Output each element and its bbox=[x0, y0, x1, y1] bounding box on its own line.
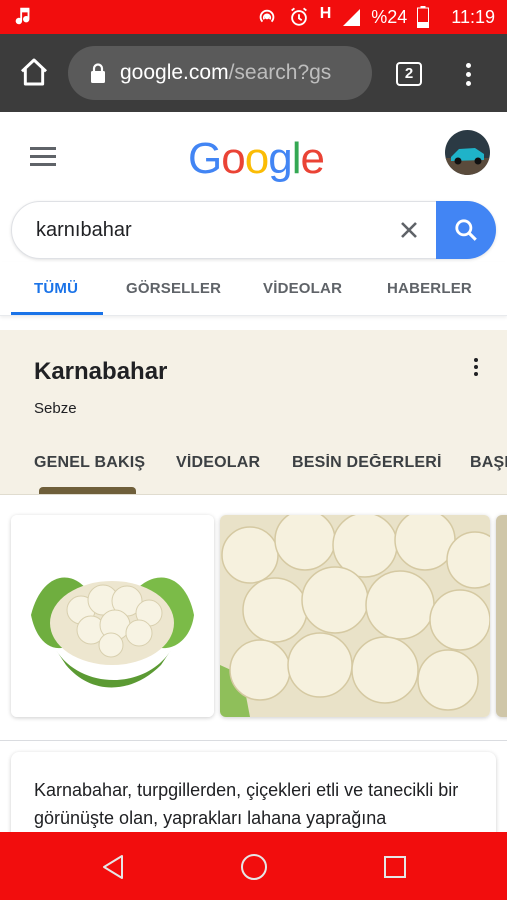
image-carousel bbox=[0, 495, 507, 725]
tab-switcher-button[interactable]: 2 bbox=[396, 62, 422, 86]
kp-tab-videos[interactable]: VİDEOLAR bbox=[176, 454, 260, 472]
music-note-icon bbox=[15, 7, 30, 25]
status-bar: H %24 11:19 bbox=[0, 0, 507, 34]
tab-news[interactable]: HABERLER bbox=[387, 280, 472, 297]
address-bar[interactable]: google.com/search?gs bbox=[68, 46, 372, 100]
active-tab-indicator bbox=[11, 312, 103, 315]
tab-videos[interactable]: VİDEOLAR bbox=[263, 280, 342, 297]
search-bar: karnıbahar bbox=[11, 201, 496, 259]
kp-tab-nutrition[interactable]: BESİN DEĞERLERİ bbox=[292, 454, 442, 472]
recents-icon[interactable] bbox=[383, 855, 407, 879]
google-logo[interactable]: Google bbox=[188, 134, 325, 184]
kp-active-tab-indicator bbox=[39, 487, 136, 494]
search-input[interactable]: karnıbahar bbox=[36, 219, 132, 242]
alarm-icon bbox=[290, 7, 307, 26]
description-text: Karnabahar, turpgillerden, çiçekleri etl… bbox=[34, 780, 459, 828]
tab-images[interactable]: GÖRSELLER bbox=[126, 280, 221, 297]
description-card: Karnabahar, turpgillerden, çiçekleri etl… bbox=[11, 752, 496, 842]
divider bbox=[0, 740, 507, 741]
avatar[interactable] bbox=[445, 130, 490, 175]
clock: 11:19 bbox=[451, 6, 495, 27]
home-circle-icon[interactable] bbox=[240, 853, 268, 881]
google-header: Google bbox=[0, 112, 507, 200]
lock-icon bbox=[91, 63, 105, 83]
browser-toolbar: google.com/search?gs 2 bbox=[0, 34, 507, 112]
knowledge-panel-header: Karnabahar Sebze GENEL BAKIŞ VİDEOLAR BE… bbox=[0, 330, 507, 494]
navigation-bar bbox=[0, 832, 507, 900]
kp-tab-more[interactable]: BAŞKA bbox=[470, 454, 507, 472]
network-type: H bbox=[319, 5, 332, 22]
cauliflower-image-1[interactable] bbox=[11, 515, 214, 717]
search-icon bbox=[455, 219, 477, 241]
signal-icon bbox=[343, 9, 361, 26]
cauliflower-image-3[interactable] bbox=[496, 515, 507, 717]
overflow-menu-icon[interactable] bbox=[458, 60, 478, 90]
cauliflower-image-2[interactable] bbox=[220, 515, 490, 717]
hamburger-menu-icon[interactable] bbox=[30, 147, 56, 167]
hotspot-icon bbox=[259, 9, 274, 23]
url-host: google.com bbox=[120, 61, 229, 84]
kp-tab-overview[interactable]: GENEL BAKIŞ bbox=[34, 454, 145, 472]
knowledge-panel-title: Karnabahar bbox=[34, 358, 168, 385]
search-tabs: TÜMÜ GÖRSELLER VİDEOLAR HABERLER bbox=[0, 262, 507, 316]
search-button[interactable] bbox=[436, 201, 496, 259]
battery-percent: %24 bbox=[371, 6, 408, 27]
back-icon[interactable] bbox=[101, 854, 125, 880]
battery-icon bbox=[417, 6, 430, 28]
clear-icon[interactable] bbox=[398, 219, 420, 241]
knowledge-panel-subtitle: Sebze bbox=[34, 400, 77, 417]
tab-all[interactable]: TÜMÜ bbox=[34, 280, 78, 297]
home-icon[interactable] bbox=[18, 56, 50, 88]
url-path: /search?gs bbox=[228, 61, 332, 84]
more-options-icon[interactable] bbox=[472, 358, 480, 378]
